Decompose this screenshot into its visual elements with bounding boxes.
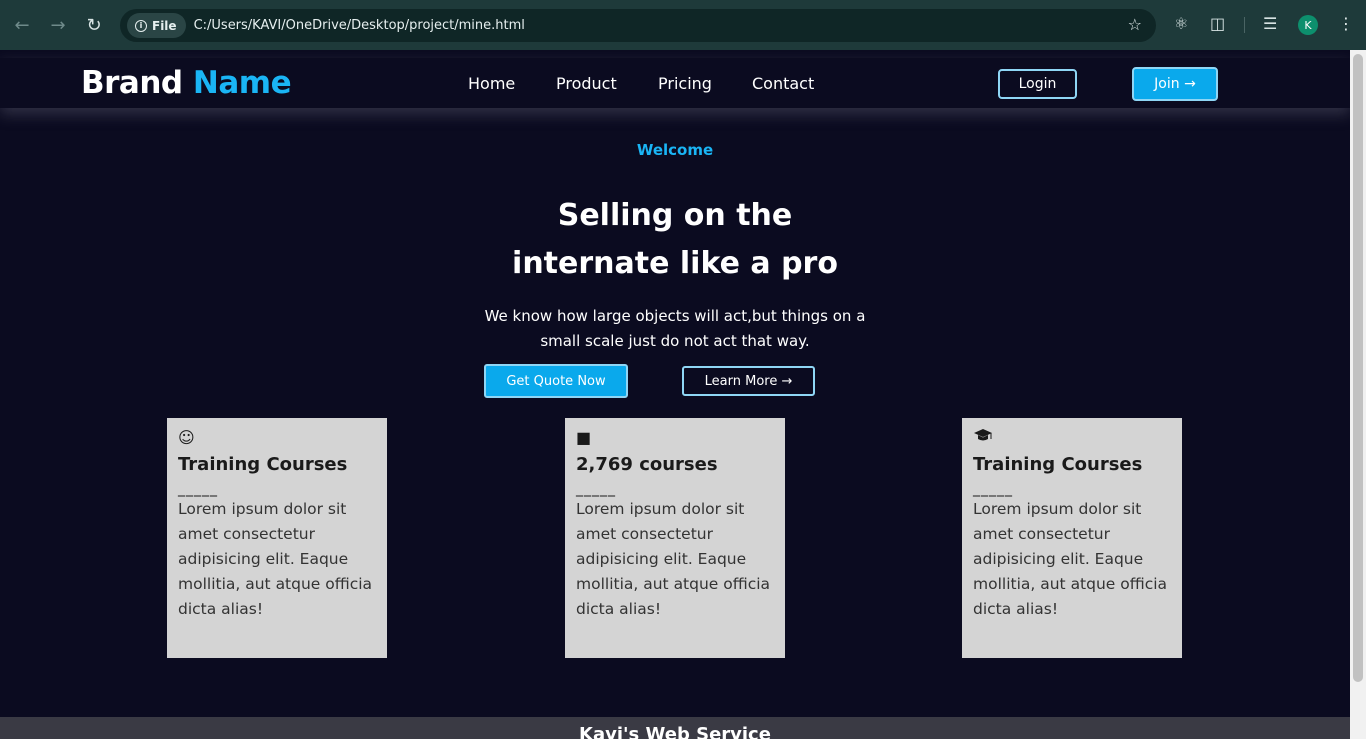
learn-more-button[interactable]: Learn More → [682,366,815,396]
card-divider: _____ [576,481,616,497]
site-navbar: Brand Name Home Product Pricing Contact … [0,58,1350,108]
book-reader-icon: ■ [576,428,592,447]
card-divider: _____ [178,481,218,497]
card-divider: _____ [973,481,1013,497]
reload-icon[interactable]: ↻ [76,7,112,43]
hero-headline-line2: internate like a pro [512,246,838,281]
reading-list-icon[interactable]: ☰ [1263,14,1277,33]
page-viewport: Brand Name Home Product Pricing Contact … [0,50,1350,739]
back-arrow-icon[interactable]: ← [4,7,40,43]
toolbar-divider [1244,17,1245,33]
nav-link-product[interactable]: Product [556,74,617,93]
brand-primary: Brand [81,65,183,101]
hero-description: We know how large objects will act,but t… [484,307,866,350]
card-title: Training Courses [973,454,1143,475]
info-icon: i [135,19,147,32]
browser-menu-icon[interactable]: ⋮ [1338,14,1354,33]
footer-title: Kavi's Web Service [579,724,771,739]
brand-logo[interactable]: Brand Name [81,65,292,101]
bookmark-star-icon[interactable]: ☆ [1128,15,1142,34]
hero-headline-line1: Selling on the [557,198,793,233]
address-bar[interactable]: i File C:/Users/KAVI/OneDrive/Desktop/pr… [120,9,1156,42]
login-button[interactable]: Login [998,69,1077,99]
url-text[interactable]: C:/Users/KAVI/OneDrive/Desktop/project/m… [194,18,525,33]
smile-icon: ☺ [178,428,195,447]
join-button[interactable]: Join → [1132,67,1218,101]
extensions-puzzle-icon[interactable]: ◫ [1210,14,1225,33]
site-info-label: File [152,18,177,33]
feature-card: ■ 2,769 courses _____ Lorem ipsum dolor … [565,418,785,658]
hero-headline: Selling on the internate like a pro [0,192,1350,288]
site-footer: Kavi's Web Service [0,717,1350,739]
profile-avatar[interactable]: K [1298,15,1318,35]
forward-arrow-icon[interactable]: → [40,7,76,43]
brand-accent: Name [192,65,292,101]
card-body: Lorem ipsum dolor sit amet consectetur a… [973,500,1168,618]
nav-link-pricing[interactable]: Pricing [658,74,712,93]
card-title: Training Courses [178,454,348,475]
page-scrollbar[interactable] [1350,50,1366,739]
get-quote-button[interactable]: Get Quote Now [484,364,628,398]
graduation-cap-icon [973,428,1171,448]
card-title: 2,769 courses [576,454,718,475]
card-body: Lorem ipsum dolor sit amet consectetur a… [178,500,373,618]
browser-toolbar: ← → ↻ i File C:/Users/KAVI/OneDrive/Desk… [0,0,1366,50]
card-body: Lorem ipsum dolor sit amet consectetur a… [576,500,771,618]
nav-link-contact[interactable]: Contact [752,74,814,93]
scrollbar-thumb[interactable] [1353,54,1363,682]
feature-card: Training Courses _____ Lorem ipsum dolor… [962,418,1182,658]
hero-eyebrow: Welcome [636,141,714,159]
feature-card: ☺ Training Courses _____ Lorem ipsum dol… [167,418,387,658]
nav-link-home[interactable]: Home [468,74,515,93]
site-info-chip[interactable]: i File [127,13,186,38]
react-devtools-icon[interactable]: ⚛ [1174,14,1188,33]
